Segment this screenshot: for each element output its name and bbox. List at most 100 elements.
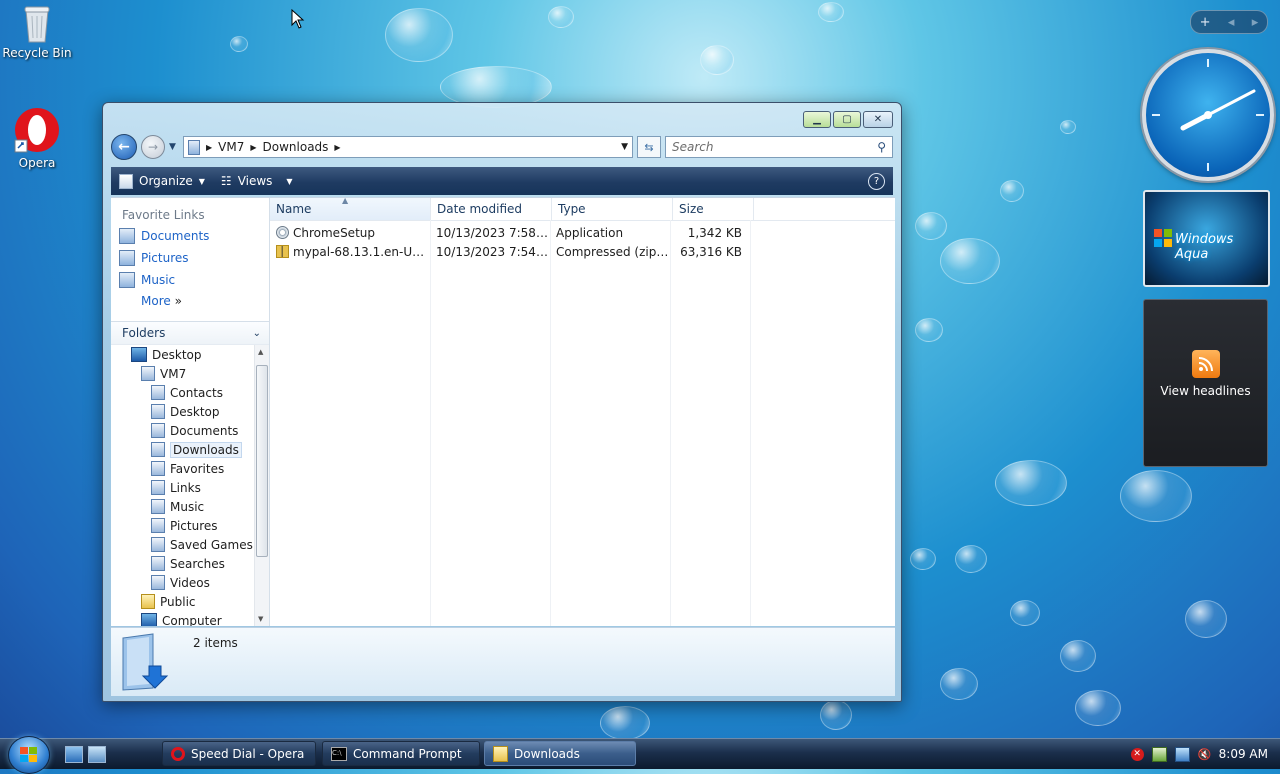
address-bar[interactable]: ▶ VM7 ▶ Downloads ▶ ▼ [183,136,633,158]
caption-buttons: ▁ ▢ ✕ [803,111,893,128]
desktop-icon-opera[interactable]: Opera [2,106,72,170]
view-headlines-link[interactable]: View headlines [1144,384,1267,398]
tree-item-downloads[interactable]: Downloads [111,440,255,459]
tree-item-documents[interactable]: Documents [111,421,255,440]
gadget-next-button[interactable]: ▸ [1252,15,1259,30]
library-folder-icon [151,480,165,495]
column-header-type[interactable]: Type [552,198,673,220]
close-icon: ✕ [873,114,883,125]
help-icon: ? [873,175,880,187]
double-chevron-icon: » [174,294,182,308]
navigation-pane: Favorite Links Documents Pictures Music … [111,198,270,626]
windows-flag-icon [1153,228,1173,248]
desktop-icon-recycle-bin[interactable]: Recycle Bin [2,4,72,60]
tree-item-saved-games[interactable]: Saved Games [111,535,255,554]
folders-label: Folders [122,326,166,340]
system-tray: ✕ 🔇 8:09 AM [1123,739,1280,769]
start-button[interactable] [8,736,50,774]
tree-item-desktop[interactable]: Desktop [111,402,255,421]
search-input[interactable]: Search [672,140,714,154]
security-alert-icon[interactable]: ✕ [1130,747,1144,761]
refresh-button[interactable]: ⇆ [637,136,661,158]
scroll-up-icon[interactable]: ▲ [258,348,263,356]
slideshow-caption: Windows Aqua [1175,232,1234,262]
volume-muted-icon[interactable]: 🔇 [1198,748,1212,761]
item-count: 2 items [193,636,238,650]
back-button[interactable]: ← [111,134,137,160]
feed-headlines-gadget[interactable]: View headlines [1143,299,1268,467]
breadcrumb-separator-icon[interactable]: ▶ [334,143,340,152]
command-prompt-icon: C:\ [331,746,347,761]
scrollbar-thumb[interactable] [256,365,268,557]
tree-item-favorites[interactable]: Favorites [111,459,255,478]
minimize-button[interactable]: ▁ [803,111,831,128]
tree-item-label: Music [170,499,205,514]
taskbar-button-command-prompt[interactable]: C:\ Command Prompt [322,741,480,766]
taskbar-button-opera[interactable]: Speed Dial - Opera [162,741,316,766]
tree-item-public[interactable]: Public [111,592,255,611]
computer-icon [141,613,157,626]
file-row[interactable]: mypal-68.13.1.en-US.w... 10/13/2023 7:54 … [270,242,895,261]
pictures-icon [119,250,135,266]
organize-button[interactable]: Organize ▼ [119,173,205,189]
column-header-size[interactable]: Size [673,198,754,220]
folder-tree-scrollbar[interactable]: ▲ ▼ [254,345,269,626]
file-name-cell: ChromeSetup [270,225,430,240]
more-links-button[interactable]: More » [111,288,269,308]
tree-item-computer[interactable]: Computer [111,611,255,626]
tree-item-desktop[interactable]: Desktop [111,345,255,364]
file-row[interactable]: ChromeSetup 10/13/2023 7:58 AM Application… [270,223,895,242]
recent-pages-button[interactable]: ▼ [169,142,179,152]
file-date-cell: 10/13/2023 7:58 AM [436,225,550,240]
address-dropdown-icon[interactable]: ▼ [621,142,628,152]
forward-button[interactable]: → [141,135,165,159]
gadget-prev-button[interactable]: ◂ [1228,15,1235,30]
mouse-cursor-icon [291,8,305,32]
rss-icon [1191,350,1220,378]
folders-header[interactable]: Folders ⌄ [111,321,269,345]
tree-item-pictures[interactable]: Pictures [111,516,255,535]
tree-item-videos[interactable]: Videos [111,573,255,592]
views-button[interactable]: ☷ Views ▼ [221,174,293,188]
clock-gadget[interactable] [1142,49,1274,181]
search-box[interactable]: Search ⚲ [665,136,893,158]
switch-windows-icon[interactable] [88,746,106,763]
slideshow-gadget[interactable]: Windows Aqua [1143,190,1270,287]
search-icon[interactable]: ⚲ [877,140,886,154]
tree-item-music[interactable]: Music [111,497,255,516]
add-gadget-button[interactable]: + [1200,15,1211,30]
back-arrow-icon: ← [118,139,130,155]
library-folder-icon [151,385,165,400]
folder-icon [141,594,155,609]
close-button[interactable]: ✕ [863,111,893,128]
taskbar-clock[interactable]: 8:09 AM [1219,747,1268,761]
favorite-link-pictures[interactable]: Pictures [111,244,269,266]
breadcrumb-downloads[interactable]: Downloads [263,140,329,154]
breadcrumb-vm7[interactable]: VM7 [218,140,244,154]
help-button[interactable]: ? [868,172,885,190]
maximize-button[interactable]: ▢ [833,111,861,128]
favorite-link-documents[interactable]: Documents [111,222,269,244]
organize-label: Organize [139,174,193,188]
action-center-icon[interactable] [1151,746,1167,762]
tree-item-searches[interactable]: Searches [111,554,255,573]
tree-item-contacts[interactable]: Contacts [111,383,255,402]
taskbar-button-downloads[interactable]: Downloads [484,741,636,766]
column-header-date-modified[interactable]: Date modified [431,198,552,220]
views-label: Views [237,174,273,188]
scroll-down-icon[interactable]: ▼ [258,615,263,623]
downloads-folder-icon [119,632,171,692]
tree-item-links[interactable]: Links [111,478,255,497]
tree-item-label: VM7 [160,366,187,381]
minimize-icon: ▁ [813,114,821,125]
library-folder-icon [151,423,165,438]
network-icon[interactable] [1174,746,1190,762]
file-size-cell: 63,316 KB [680,244,742,259]
show-desktop-icon[interactable] [65,746,83,763]
tree-item-label: Documents [170,423,239,438]
views-icon: ☷ [220,174,232,188]
column-header-name[interactable]: ▲ Name [270,196,431,220]
favorite-link-music[interactable]: Music [111,266,269,288]
breadcrumb-separator-icon: ▶ [250,142,257,152]
tree-item-vm7[interactable]: VM7 [111,364,255,383]
